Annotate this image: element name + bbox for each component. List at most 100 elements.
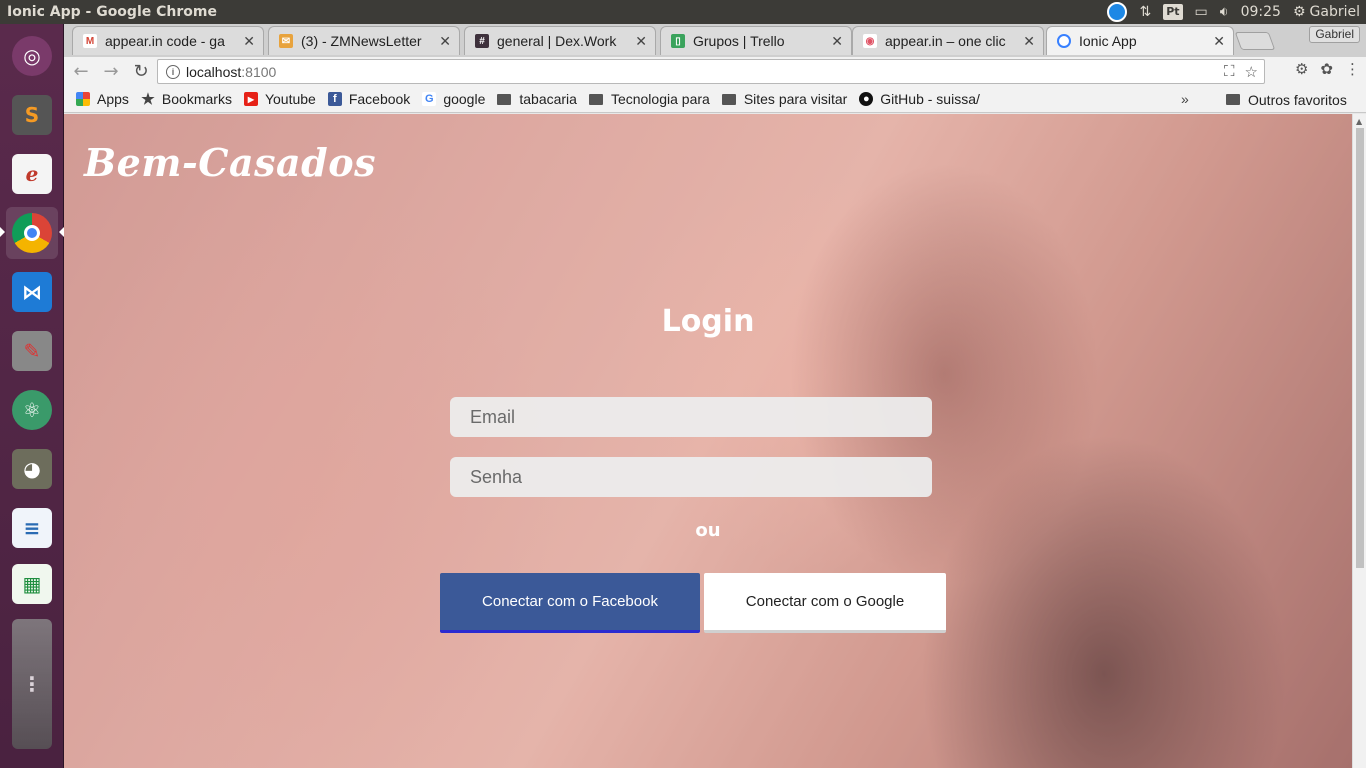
gear-icon: ⚙ bbox=[1292, 4, 1306, 20]
forward-arrow-icon[interactable]: → bbox=[98, 59, 124, 85]
bookmark-github[interactable]: ● GitHub - suissa/ bbox=[859, 91, 980, 107]
close-icon[interactable]: ✕ bbox=[635, 33, 647, 50]
battery-icon[interactable]: ▭ bbox=[1195, 3, 1208, 21]
launcher-overflow-stack[interactable]: ⋮ bbox=[6, 614, 58, 754]
menu-kebab-icon[interactable]: ⋮ bbox=[1345, 60, 1360, 78]
extension-2-icon[interactable]: ✿ bbox=[1320, 60, 1333, 78]
sublime-text-icon[interactable]: S bbox=[6, 89, 58, 141]
gmail-icon: M bbox=[83, 34, 97, 48]
reload-icon[interactable]: ↻ bbox=[128, 59, 154, 85]
app-brand-logo: Bem-Casados bbox=[84, 140, 376, 185]
calc-icon[interactable]: ▦ bbox=[6, 558, 58, 610]
email-field[interactable] bbox=[450, 397, 932, 437]
other-bookmarks[interactable]: Outros favoritos bbox=[1226, 86, 1347, 113]
tab-dex-work[interactable]: # general | Dex.Work ✕ bbox=[464, 26, 656, 55]
system-indicators: ⇅ Pt ▭ 🔉︎ 09:25 ⚙ Gabriel bbox=[1107, 0, 1360, 24]
tab-zmnewsletter[interactable]: ✉ (3) - ZMNewsLetter ✕ bbox=[268, 26, 460, 55]
url-host: localhost bbox=[186, 63, 242, 80]
trello-icon: ▯ bbox=[671, 34, 685, 48]
vscode-icon[interactable]: ⋈ bbox=[6, 266, 58, 318]
scrollbar-thumb[interactable] bbox=[1356, 128, 1364, 568]
close-icon[interactable]: ✕ bbox=[243, 33, 255, 50]
bookmark-label: Youtube bbox=[264, 91, 316, 107]
tab-strip: M appear.in code - ga ✕ ✉ (3) - ZMNewsLe… bbox=[64, 24, 1366, 57]
bookmark-youtube[interactable]: ▶ Youtube bbox=[243, 91, 316, 107]
atom-icon[interactable]: ⚛ bbox=[6, 384, 58, 436]
tab-title: Ionic App bbox=[1079, 33, 1137, 49]
system-tools-icon[interactable]: ✎ bbox=[6, 325, 58, 377]
bookmark-label: Sites para visitar bbox=[743, 91, 848, 107]
window-title: Ionic App - Google Chrome bbox=[7, 4, 217, 20]
facebook-icon: f bbox=[327, 92, 342, 106]
keyboard-layout-indicator[interactable]: Pt bbox=[1163, 4, 1183, 20]
bookmark-tabacaria[interactable]: tabacaria bbox=[497, 91, 577, 107]
password-field[interactable] bbox=[450, 457, 932, 497]
tab-title: (3) - ZMNewsLetter bbox=[301, 33, 422, 49]
pdf-reader-icon[interactable]: ℯ bbox=[6, 148, 58, 200]
translate-icon[interactable]: ⛶ bbox=[1224, 63, 1235, 81]
bookmark-facebook[interactable]: f Facebook bbox=[327, 91, 411, 107]
chrome-icon[interactable] bbox=[6, 207, 58, 259]
close-icon[interactable]: ✕ bbox=[1023, 33, 1035, 50]
close-icon[interactable]: ✕ bbox=[831, 33, 843, 50]
page-scrollbar[interactable]: ▲ bbox=[1352, 114, 1366, 768]
tab-ionic-app[interactable]: Ionic App ✕ bbox=[1046, 26, 1234, 55]
bookmark-google[interactable]: Ggoogle bbox=[422, 91, 485, 107]
ubuntu-dash-icon[interactable]: ◎ bbox=[6, 30, 58, 82]
slack-hash-icon: # bbox=[475, 34, 489, 48]
bookmark-bookmarks[interactable]: ★ Bookmarks bbox=[141, 91, 232, 108]
or-separator: ou bbox=[695, 520, 721, 541]
bookmark-label: Apps bbox=[97, 91, 129, 107]
page-title: Login bbox=[661, 304, 755, 339]
gimp-icon[interactable]: ◕ bbox=[6, 443, 58, 495]
clock[interactable]: 09:25 bbox=[1241, 3, 1281, 21]
facebook-login-button[interactable]: Conectar com o Facebook bbox=[440, 573, 700, 633]
google-icon: G bbox=[422, 92, 437, 106]
active-app-indicator bbox=[0, 227, 5, 237]
tab-title: general | Dex.Work bbox=[497, 33, 617, 49]
new-tab-button[interactable] bbox=[1234, 32, 1276, 50]
bookmarks-overflow-chevron[interactable]: » bbox=[1181, 91, 1189, 107]
ionic-icon bbox=[1057, 34, 1071, 48]
tab-trello[interactable]: ▯ Grupos | Trello ✕ bbox=[660, 26, 852, 55]
os-top-panel: Ionic App - Google Chrome ⇅ Pt ▭ 🔉︎ 09:2… bbox=[0, 0, 1366, 24]
bookmark-label: Tecnologia para bbox=[610, 91, 710, 107]
browser-toolbar: ← → ↻ i localhost:8100 ⛶ ☆ ⚙ ✿ ⋮ bbox=[64, 57, 1366, 86]
tab-appear-in[interactable]: ◉ appear.in – one clic ✕ bbox=[852, 26, 1044, 55]
url-port: :8100 bbox=[241, 63, 277, 80]
profile-badge[interactable]: Gabriel bbox=[1309, 26, 1360, 43]
address-bar[interactable]: i localhost:8100 ⛶ ☆ bbox=[157, 59, 1265, 84]
scroll-up-arrow-icon[interactable]: ▲ bbox=[1356, 117, 1362, 126]
ionic-login-page: Bem-Casados Login ou Conectar com o Face… bbox=[64, 114, 1352, 768]
back-arrow-icon[interactable]: ← bbox=[68, 59, 94, 85]
bookmark-label: Bookmarks bbox=[161, 91, 232, 107]
tab-title: appear.in code - ga bbox=[105, 33, 225, 49]
appearin-icon: ◉ bbox=[863, 34, 877, 48]
tab-title: Grupos | Trello bbox=[693, 33, 785, 49]
teamviewer-icon[interactable] bbox=[1107, 2, 1128, 22]
folder-icon bbox=[497, 93, 512, 105]
bookmark-sites-para-visitar[interactable]: Sites para visitar bbox=[721, 91, 848, 107]
bookmark-star-icon[interactable]: ☆ bbox=[1245, 63, 1258, 81]
extension-icon[interactable]: ⚙ bbox=[1295, 60, 1308, 78]
site-info-icon[interactable]: i bbox=[166, 64, 180, 79]
network-transfer-icon[interactable]: ⇅ bbox=[1139, 3, 1151, 21]
bookmark-label: google bbox=[443, 91, 486, 107]
close-icon[interactable]: ✕ bbox=[1213, 33, 1225, 50]
bookmark-label: Facebook bbox=[348, 91, 411, 107]
user-menu[interactable]: ⚙ Gabriel bbox=[1293, 3, 1360, 21]
tab-appear-in-code[interactable]: M appear.in code - ga ✕ bbox=[72, 26, 264, 55]
github-icon: ● bbox=[859, 92, 874, 106]
chrome-window: M appear.in code - ga ✕ ✉ (3) - ZMNewsLe… bbox=[64, 24, 1366, 768]
mail-envelope-icon: ✉ bbox=[279, 34, 293, 48]
bookmark-tecnologia[interactable]: Tecnologia para bbox=[588, 91, 710, 107]
bookmarks-bar: Apps ★ Bookmarks ▶ Youtube f Facebook Ggoog… bbox=[64, 86, 1366, 113]
bookmark-apps[interactable]: Apps bbox=[76, 91, 129, 107]
close-icon[interactable]: ✕ bbox=[439, 33, 451, 50]
google-login-button[interactable]: Conectar com o Google bbox=[704, 573, 946, 633]
writer-icon[interactable]: ≡ bbox=[6, 502, 58, 554]
youtube-icon: ▶ bbox=[243, 92, 258, 106]
apps-grid-icon bbox=[76, 92, 90, 106]
volume-icon[interactable]: 🔉︎ bbox=[1220, 3, 1229, 21]
star-icon: ★ bbox=[141, 91, 155, 108]
